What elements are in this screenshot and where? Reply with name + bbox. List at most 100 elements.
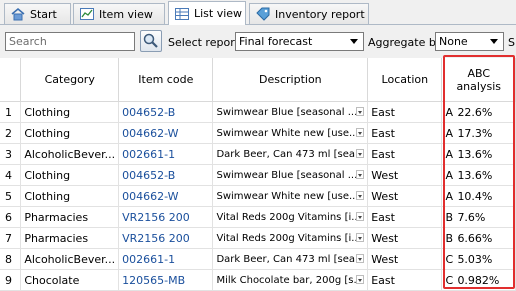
- cell-category[interactable]: Clothing: [20, 122, 120, 144]
- dropdown-icon[interactable]: [356, 170, 365, 179]
- cell-item-code[interactable]: 004652-B: [118, 101, 214, 123]
- cell-location[interactable]: East: [367, 206, 443, 228]
- chevron-down-icon: [350, 39, 358, 44]
- description-text: Swimwear White new [use...: [216, 190, 357, 202]
- cell-category[interactable]: AlcoholicBever...: [20, 248, 120, 270]
- cell-abc-analysis[interactable]: A 10.4%: [441, 185, 516, 207]
- cell-location[interactable]: West: [367, 227, 443, 249]
- table-row[interactable]: 2 Clothing 004662-W Swimwear White new [use…: [0, 122, 516, 144]
- cell-description[interactable]: Swimwear Blue [seasonal ...: [212, 101, 369, 123]
- cell-location[interactable]: East: [367, 143, 443, 165]
- cell-item-code[interactable]: 004652-B: [118, 164, 214, 186]
- column-header-description[interactable]: Description: [212, 58, 369, 102]
- abc-class: A: [445, 126, 453, 140]
- cell-abc-analysis[interactable]: C 5.03%: [441, 248, 516, 270]
- column-header-item-code[interactable]: Item code: [118, 58, 214, 102]
- cell-abc-analysis[interactable]: B 7.6%: [441, 206, 516, 228]
- tab-label: Item view: [99, 7, 153, 21]
- abc-class: C: [445, 252, 454, 266]
- cell-abc-analysis[interactable]: A 13.6%: [441, 164, 516, 186]
- column-header-category[interactable]: Category: [20, 58, 120, 102]
- cell-location[interactable]: East: [367, 122, 443, 144]
- cell-item-code[interactable]: 120565-MB: [118, 269, 214, 291]
- aggregate-value: None: [439, 35, 468, 48]
- cell-description[interactable]: Dark Beer, Can 473 ml [sea...: [212, 248, 369, 270]
- dropdown-icon[interactable]: [356, 128, 365, 137]
- dropdown-icon[interactable]: [356, 275, 365, 284]
- cell-location[interactable]: West: [367, 185, 443, 207]
- description-text: Milk Chocolate bar, 200g [s...: [216, 274, 357, 286]
- table-row[interactable]: 9 Chocolate 120565-MB Milk Chocolate bar, 2…: [0, 269, 516, 291]
- cell-abc-analysis[interactable]: A 17.3%: [441, 122, 516, 144]
- abc-class: B: [445, 210, 453, 224]
- cell-description[interactable]: Dark Beer, Can 473 ml [sea...: [212, 143, 369, 165]
- abc-class: A: [445, 147, 453, 161]
- dropdown-icon[interactable]: [356, 254, 365, 263]
- dropdown-icon[interactable]: [356, 212, 365, 221]
- dropdown-icon[interactable]: [356, 233, 365, 242]
- cell-item-code[interactable]: VR2156 200: [118, 206, 214, 228]
- table-row[interactable]: 8 AlcoholicBever... 002661-1 Dark Beer, Can…: [0, 248, 516, 270]
- table-row[interactable]: 6 Pharmacies VR2156 200 Vital Reds 200g Vit…: [0, 206, 516, 228]
- cell-description[interactable]: Swimwear White new [use...: [212, 185, 369, 207]
- cell-item-code[interactable]: 002661-1: [118, 248, 214, 270]
- table-row[interactable]: 1 Clothing 004652-B Swimwear Blue [seasonal…: [0, 101, 516, 123]
- aggregate-dropdown[interactable]: None: [435, 32, 504, 51]
- cell-location[interactable]: West: [367, 248, 443, 270]
- cell-category[interactable]: Clothing: [20, 101, 120, 123]
- row-number: 5: [0, 185, 22, 207]
- table-icon: [175, 7, 189, 21]
- column-header-location[interactable]: Location: [367, 58, 443, 102]
- table-row[interactable]: 3 AlcoholicBever... 002661-1 Dark Beer, Can…: [0, 143, 516, 165]
- description-text: Dark Beer, Can 473 ml [sea...: [216, 253, 357, 265]
- abc-percent: 13.6%: [457, 147, 493, 161]
- chevron-down-icon: [490, 39, 498, 44]
- cell-category[interactable]: AlcoholicBever...: [20, 143, 120, 165]
- cell-category[interactable]: Pharmacies: [20, 227, 120, 249]
- cell-description[interactable]: Swimwear White new [use...: [212, 122, 369, 144]
- cell-abc-analysis[interactable]: A 22.6%: [441, 101, 516, 123]
- search-input[interactable]: [5, 32, 135, 51]
- select-report-dropdown[interactable]: Final forecast: [235, 32, 364, 51]
- cell-category[interactable]: Clothing: [20, 164, 120, 186]
- cell-item-code[interactable]: VR2156 200: [118, 227, 214, 249]
- table-row[interactable]: 4 Clothing 004652-B Swimwear Blue [seasonal…: [0, 164, 516, 186]
- dropdown-icon[interactable]: [356, 149, 365, 158]
- cell-abc-analysis[interactable]: C 0.982%: [441, 269, 516, 291]
- dropdown-icon[interactable]: [356, 107, 365, 116]
- description-text: Vital Reds 200g Vitamins [i...: [216, 232, 357, 244]
- cell-abc-analysis[interactable]: A 13.6%: [441, 143, 516, 165]
- cell-item-code[interactable]: 004662-W: [118, 185, 214, 207]
- cell-category[interactable]: Pharmacies: [20, 206, 120, 228]
- select-report-value: Final forecast: [239, 35, 313, 48]
- row-number: 1: [0, 101, 22, 123]
- abc-percent: 13.6%: [457, 168, 493, 182]
- cell-description[interactable]: Swimwear Blue [seasonal ...: [212, 164, 369, 186]
- cell-location[interactable]: East: [367, 101, 443, 123]
- cell-item-code[interactable]: 004662-W: [118, 122, 214, 144]
- row-number: 7: [0, 227, 22, 249]
- cell-category[interactable]: Chocolate: [20, 269, 120, 291]
- cell-item-code[interactable]: 002661-1: [118, 143, 214, 165]
- tab-list-view[interactable]: List view: [168, 1, 246, 25]
- row-number: 8: [0, 248, 22, 270]
- cell-description[interactable]: Milk Chocolate bar, 200g [s...: [212, 269, 369, 291]
- table-row[interactable]: 7 Pharmacies VR2156 200 Vital Reds 200g Vit…: [0, 227, 516, 249]
- description-text: Swimwear White new [use...: [216, 127, 357, 139]
- cell-description[interactable]: Vital Reds 200g Vitamins [i...: [212, 227, 369, 249]
- header-row: Category Item code Description Location …: [0, 58, 516, 102]
- trailing-label: S: [508, 36, 515, 49]
- abc-class: C: [445, 273, 454, 287]
- cell-category[interactable]: Clothing: [20, 185, 120, 207]
- tab-inventory-report[interactable]: Inventory report: [249, 3, 369, 24]
- table-row[interactable]: 5 Clothing 004662-W Swimwear White new [use…: [0, 185, 516, 207]
- tab-start[interactable]: Start: [4, 3, 71, 24]
- cell-location[interactable]: East: [367, 269, 443, 291]
- cell-abc-analysis[interactable]: B 6.66%: [441, 227, 516, 249]
- search-button[interactable]: [140, 30, 162, 52]
- tab-item-view[interactable]: Item view: [73, 3, 165, 24]
- cell-description[interactable]: Vital Reds 200g Vitamins [i...: [212, 206, 369, 228]
- dropdown-icon[interactable]: [356, 191, 365, 200]
- cell-location[interactable]: West: [367, 164, 443, 186]
- column-header-abc-analysis[interactable]: ABC analysis: [441, 58, 516, 102]
